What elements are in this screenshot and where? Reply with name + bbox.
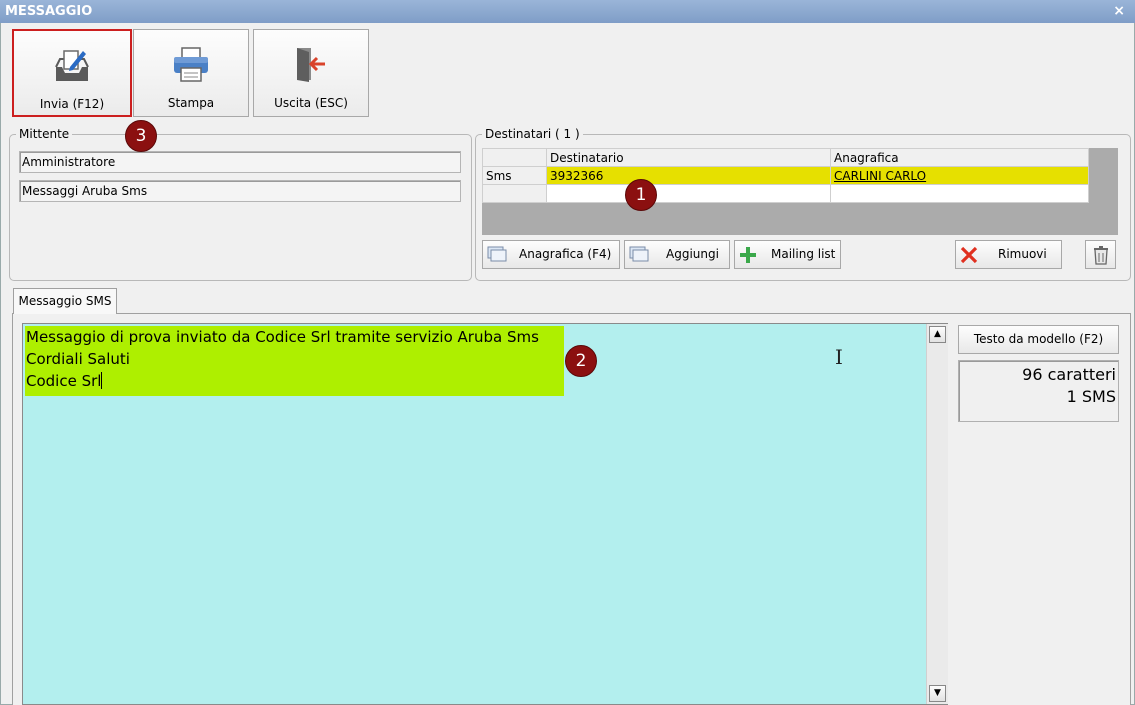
- template-text-button[interactable]: Testo da modello (F2): [958, 325, 1119, 354]
- window-title: MESSAGGIO: [5, 4, 93, 19]
- cell-anagrafica-new[interactable]: [830, 184, 1089, 203]
- trash-icon: [1094, 246, 1108, 265]
- row-header-new[interactable]: [482, 184, 547, 203]
- annotation-badge-3: 3: [125, 120, 157, 152]
- table-row-new[interactable]: [482, 184, 1089, 203]
- character-counter: 96 caratteri 1 SMS: [958, 360, 1119, 422]
- exit-button-label: Uscita (ESC): [274, 96, 348, 110]
- send-button-label: Invia (F12): [39, 97, 105, 111]
- cell-destinatario-new[interactable]: [546, 184, 831, 203]
- close-icon[interactable]: ×: [1113, 0, 1125, 23]
- message-line-3: Codice Srl: [26, 372, 102, 390]
- column-header-anagrafica[interactable]: Anagrafica: [830, 148, 1089, 167]
- sms-count: 1 SMS: [1066, 387, 1116, 406]
- row-header[interactable]: Sms: [482, 166, 547, 185]
- delete-all-button[interactable]: [1085, 240, 1116, 269]
- text-caret: [101, 372, 103, 389]
- grid-corner: [482, 148, 547, 167]
- message-line-1: Messaggio di prova inviato da Codice Srl…: [26, 328, 539, 346]
- printer-icon: [174, 47, 208, 82]
- tab-messaggio-sms[interactable]: Messaggio SMS: [13, 288, 117, 314]
- text-cursor-ibeam-icon: I: [835, 345, 843, 369]
- scroll-down-arrow-icon[interactable]: ▼: [929, 685, 946, 702]
- exit-door-icon: [297, 48, 325, 82]
- annotation-badge-2: 2: [565, 345, 597, 377]
- anagrafica-button-label: Anagrafica (F4): [519, 247, 612, 261]
- recipients-legend: Destinatari ( 1 ): [485, 127, 580, 141]
- address-card-icon: [487, 246, 507, 262]
- send-mail-icon: [55, 50, 89, 81]
- message-text[interactable]: Messaggio di prova inviato da Codice Srl…: [25, 326, 564, 396]
- add-button-label: Aggiungi: [666, 247, 719, 261]
- add-button[interactable]: Aggiungi: [624, 240, 730, 269]
- cell-destinatario[interactable]: 3932366: [546, 166, 831, 185]
- message-textarea[interactable]: Messaggio di prova inviato da Codice Srl…: [22, 323, 948, 705]
- mailing-list-button[interactable]: Mailing list: [734, 240, 841, 269]
- char-count: 96 caratteri: [1022, 365, 1116, 384]
- plus-icon: [740, 247, 756, 263]
- table-row[interactable]: Sms 3932366 CARLINI CARLO: [482, 166, 1089, 185]
- message-line-2: Cordiali Saluti: [26, 350, 130, 368]
- exit-button[interactable]: Uscita (ESC): [253, 29, 369, 117]
- column-header-destinatario[interactable]: Destinatario: [546, 148, 831, 167]
- print-button-label: Stampa: [167, 96, 215, 110]
- annotation-badge-1: 1: [625, 179, 657, 211]
- anagrafica-button[interactable]: Anagrafica (F4): [482, 240, 620, 269]
- title-bar: MESSAGGIO ×: [0, 0, 1135, 23]
- remove-button[interactable]: Rimuovi: [955, 240, 1062, 269]
- send-button[interactable]: Invia (F12): [12, 29, 132, 117]
- sender-legend: Mittente: [19, 127, 70, 141]
- recipients-grid[interactable]: Destinatario Anagrafica Sms 3932366 CARL…: [482, 148, 1118, 235]
- mailing-list-button-label: Mailing list: [771, 247, 836, 261]
- cell-anagrafica-link[interactable]: CARLINI CARLO: [830, 166, 1089, 185]
- red-x-icon: [960, 246, 978, 264]
- print-button[interactable]: Stampa: [133, 29, 249, 117]
- message-scrollbar[interactable]: ▲ ▼: [926, 324, 948, 704]
- address-card-icon: [629, 246, 649, 262]
- sender-user-field: Amministratore: [19, 151, 461, 173]
- sender-service-field: Messaggi Aruba Sms: [19, 180, 461, 202]
- scroll-up-arrow-icon[interactable]: ▲: [929, 326, 946, 343]
- remove-button-label: Rimuovi: [998, 247, 1047, 261]
